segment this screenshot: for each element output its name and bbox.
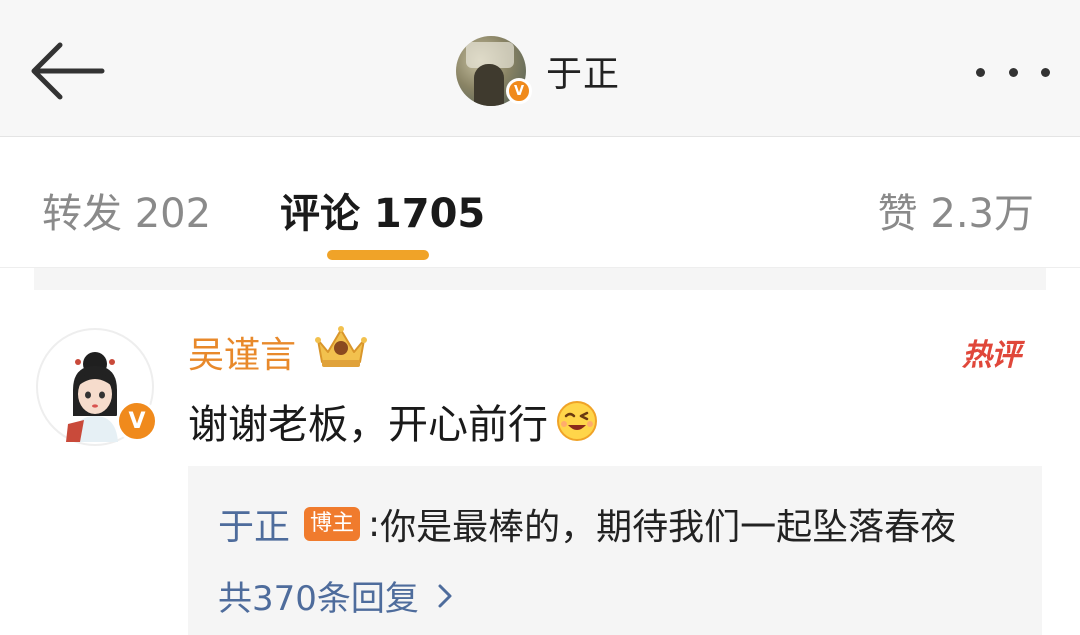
avatar[interactable]: V bbox=[456, 36, 532, 106]
comment-body: 谢谢老板，开心前行 bbox=[188, 402, 548, 448]
verified-badge: V bbox=[506, 78, 532, 104]
more-options-button[interactable] bbox=[976, 58, 1050, 86]
profile-header[interactable]: V 于正 bbox=[456, 34, 620, 108]
active-tab-indicator bbox=[327, 250, 429, 260]
comment-username[interactable]: 吴谨言 bbox=[188, 326, 296, 378]
reply-item: 于正 博主 : 你是最棒的，期待我们一起坠落春夜 bbox=[218, 498, 956, 550]
chevron-right-icon bbox=[438, 584, 452, 607]
comment-text: 谢谢老板，开心前行 bbox=[188, 392, 600, 450]
tab-repost[interactable]: 转发 202 bbox=[42, 181, 211, 239]
avatar[interactable]: V bbox=[36, 328, 158, 446]
tab-like[interactable]: 赞 2.3万 bbox=[878, 181, 1034, 239]
crown-icon bbox=[315, 326, 367, 367]
dot-icon bbox=[976, 67, 985, 77]
top-navigation-bar: V 于正 bbox=[0, 0, 1080, 137]
reply-count-label: 共370条回复 bbox=[218, 579, 419, 619]
reply-preview[interactable]: 于正 博主 : 你是最棒的，期待我们一起坠落春夜 共370条回复 bbox=[188, 466, 1042, 635]
hot-comment-badge: 热评 bbox=[962, 338, 1021, 373]
dot-icon bbox=[1041, 67, 1050, 77]
tab-bar: 转发 202 评论 1705 赞 2.3万 bbox=[0, 137, 1080, 268]
reply-text: 你是最棒的，期待我们一起坠落春夜 bbox=[380, 507, 957, 548]
divider bbox=[34, 268, 1046, 290]
reply-colon: : bbox=[368, 503, 381, 545]
blogger-tag: 博主 bbox=[304, 507, 361, 541]
page-title: 于正 bbox=[546, 54, 621, 95]
view-replies-link[interactable]: 共370条回复 bbox=[218, 571, 453, 620]
tab-comment[interactable]: 评论 1705 bbox=[280, 181, 485, 239]
reply-author[interactable]: 于正 bbox=[218, 498, 290, 550]
verified-badge: V bbox=[116, 400, 158, 442]
arrow-left-icon bbox=[31, 42, 105, 100]
wink-emoji-icon bbox=[557, 401, 597, 441]
dot-icon bbox=[1008, 67, 1018, 77]
back-button[interactable] bbox=[22, 36, 112, 106]
